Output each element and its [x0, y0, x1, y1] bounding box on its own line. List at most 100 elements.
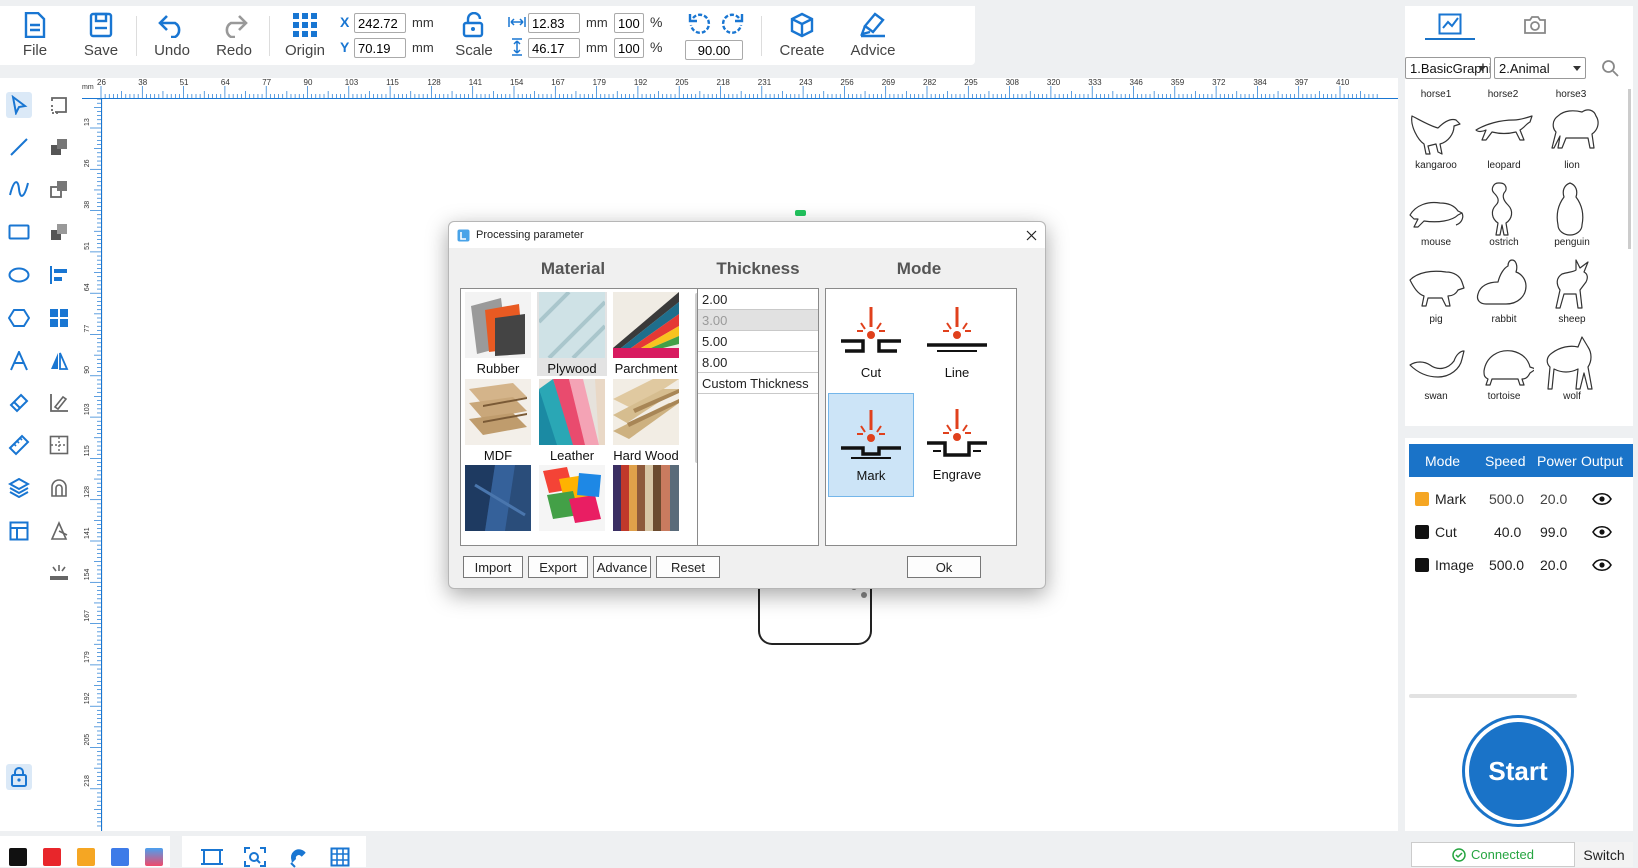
undo-button[interactable]: Undo [141, 6, 203, 65]
layers-tool[interactable] [6, 475, 32, 501]
advice-button[interactable]: Advice [838, 6, 908, 65]
width-percent-input[interactable] [614, 13, 644, 33]
grid-toggle-icon[interactable] [330, 847, 350, 867]
draw-tool[interactable] [46, 390, 72, 416]
ok-button[interactable]: Ok [907, 556, 981, 578]
search-icon[interactable] [1601, 59, 1619, 77]
shape-sheep[interactable] [1542, 258, 1602, 314]
mode-mark-selected[interactable]: Mark [828, 393, 914, 497]
save-button[interactable]: Save [70, 6, 132, 65]
magnet-snap-icon[interactable] [287, 846, 309, 868]
custom-thickness-option[interactable]: Custom Thickness [698, 373, 818, 394]
color-swatch-red[interactable] [43, 848, 61, 866]
layer-row-mark[interactable]: Mark 500.0 20.0 [1409, 483, 1633, 515]
shape-swan[interactable] [1406, 335, 1466, 391]
layout-tool[interactable] [6, 518, 32, 544]
polygon-tool[interactable] [6, 305, 32, 331]
export-button[interactable]: Export [528, 556, 588, 578]
thickness-option[interactable]: 8.00 [698, 352, 818, 373]
mode-engrave[interactable]: Engrave [914, 393, 1000, 497]
material-paper[interactable] [611, 465, 681, 531]
eye-icon[interactable] [1592, 558, 1612, 572]
close-icon[interactable] [1026, 230, 1037, 241]
arrange-tool[interactable] [46, 305, 72, 331]
file-button[interactable]: File [0, 6, 70, 65]
union-tool[interactable] [46, 176, 72, 202]
shape-rabbit[interactable] [1474, 258, 1534, 314]
rotate-cw-icon[interactable] [721, 12, 745, 36]
laser-preview-tool[interactable] [46, 560, 72, 586]
eye-icon[interactable] [1592, 525, 1612, 539]
height-percent-input[interactable] [614, 38, 644, 58]
shape-kangaroo[interactable] [1406, 104, 1466, 160]
rotate-ccw-icon[interactable] [687, 12, 711, 36]
library-category-select[interactable]: 1.BasicGraphics [1405, 57, 1491, 79]
x-input[interactable] [354, 13, 406, 33]
redo-button[interactable]: Redo [203, 6, 265, 65]
measure-tool[interactable] [6, 432, 32, 458]
mirror-tool[interactable] [46, 348, 72, 374]
layer-row-cut[interactable]: Cut 40.0 99.0 [1409, 516, 1633, 548]
width-input[interactable] [528, 13, 580, 33]
advance-button[interactable]: Advance [593, 556, 651, 578]
layer-scrollbar[interactable] [1409, 694, 1577, 698]
material-leather[interactable]: Leather [537, 379, 607, 463]
material-plywood[interactable]: Plywood [537, 292, 607, 376]
text-tool[interactable] [6, 348, 32, 374]
zoom-selection-icon[interactable] [244, 847, 266, 867]
material-hardwood[interactable]: Hard Wood [611, 379, 681, 463]
color-swatch-gradient[interactable] [145, 848, 163, 866]
shape-ostrich[interactable] [1474, 181, 1534, 237]
selection-handle[interactable] [795, 210, 806, 216]
origin-button[interactable]: Origin [274, 6, 336, 65]
import-button[interactable]: Import [463, 556, 523, 578]
shape-mouse[interactable] [1406, 181, 1466, 237]
align-tool[interactable] [46, 262, 72, 288]
layer-row-image[interactable]: Image 500.0 20.0 [1409, 549, 1633, 581]
reset-button[interactable]: Reset [656, 556, 720, 578]
height-input[interactable] [528, 38, 580, 58]
material-parchment[interactable]: Parchment [611, 292, 681, 376]
rectangle-tool[interactable] [6, 219, 32, 245]
shape-leopard[interactable] [1474, 104, 1534, 160]
thickness-option[interactable]: 2.00 [698, 289, 818, 310]
shape-lion[interactable] [1542, 104, 1602, 160]
create-button[interactable]: Create [766, 6, 838, 65]
color-swatch-blue[interactable] [111, 848, 129, 866]
y-input[interactable] [354, 38, 406, 58]
offset-tool[interactable] [46, 475, 72, 501]
scale-lock-button[interactable]: Scale [446, 6, 502, 65]
shape-pig[interactable] [1406, 258, 1466, 314]
line-tool[interactable] [6, 134, 32, 160]
thickness-option[interactable]: 5.00 [698, 331, 818, 352]
material-fabric[interactable] [463, 465, 533, 531]
color-swatch-black[interactable] [9, 848, 27, 866]
fit-canvas-icon[interactable] [201, 847, 223, 867]
mode-cut[interactable]: Cut [828, 291, 914, 395]
color-swatch-orange[interactable] [77, 848, 95, 866]
material-mdf[interactable]: MDF [463, 379, 533, 463]
rotation-input[interactable] [685, 40, 743, 60]
start-button[interactable]: Start [1465, 718, 1571, 824]
curve-tool[interactable] [6, 176, 32, 202]
thickness-option-selected[interactable]: 3.00 [698, 310, 818, 331]
ellipse-tool[interactable] [6, 262, 32, 288]
eraser-tool[interactable] [6, 390, 32, 416]
node-edit-tool[interactable] [46, 92, 72, 118]
shape-wolf[interactable] [1542, 335, 1602, 391]
material-acrylic[interactable] [537, 465, 607, 531]
subtract-tool[interactable] [46, 219, 72, 245]
mode-line[interactable]: Line [914, 291, 1000, 395]
weld-tool[interactable] [46, 134, 72, 160]
tab-camera[interactable] [1510, 10, 1560, 40]
tab-graphics[interactable] [1425, 10, 1475, 40]
shape-tortoise[interactable] [1474, 335, 1534, 391]
library-scrollbar[interactable] [1628, 89, 1631, 249]
eye-icon[interactable] [1592, 492, 1612, 506]
array-tool[interactable] [46, 432, 72, 458]
lock-canvas-button[interactable] [6, 764, 32, 790]
switch-button[interactable]: Switch [1575, 842, 1633, 867]
library-subcategory-select[interactable]: 2.Animal [1494, 57, 1586, 79]
select-tool[interactable] [6, 92, 32, 118]
laser-position-tool[interactable] [46, 518, 72, 544]
